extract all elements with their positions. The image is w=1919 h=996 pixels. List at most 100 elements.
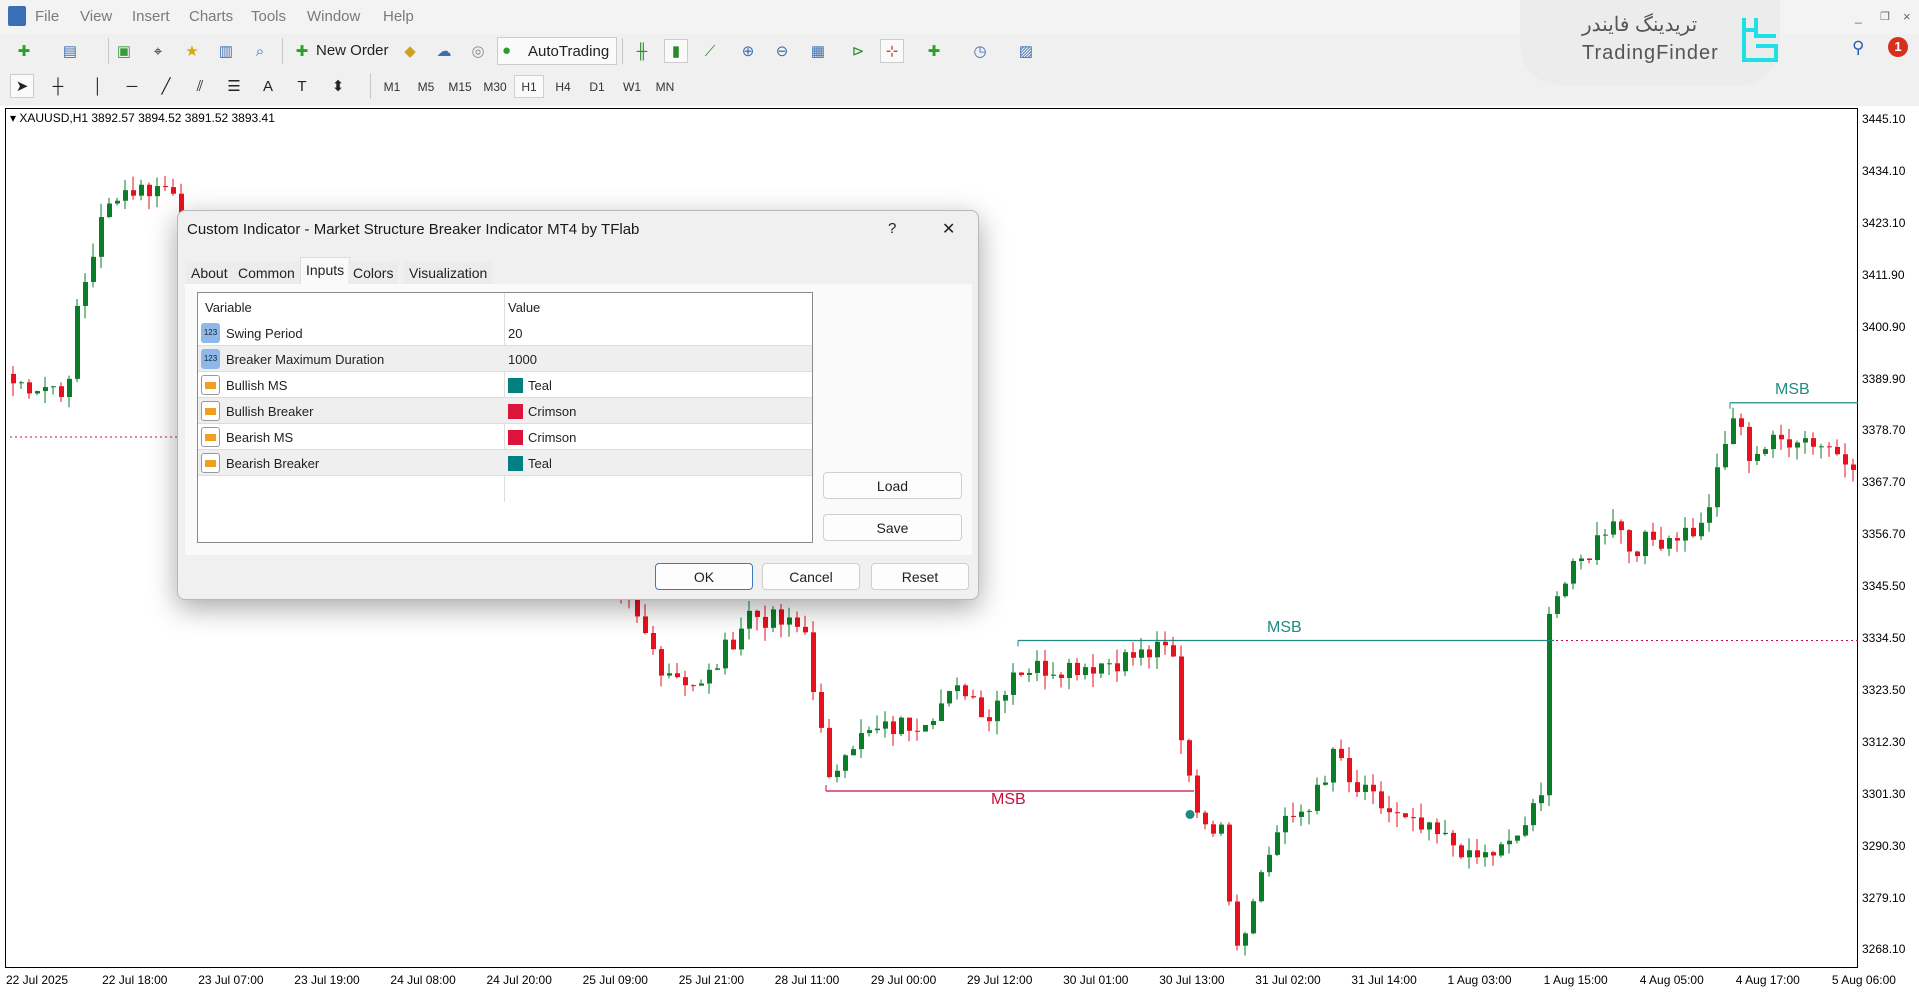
price-tick-label: 3301.30 — [1862, 787, 1905, 801]
ok-button[interactable]: OK — [655, 563, 753, 590]
table-row[interactable]: Bullish BreakerCrimson — [198, 398, 812, 424]
timeframe-m15[interactable]: M15 — [445, 75, 475, 98]
table-row[interactable]: Bearish MS Crimson — [198, 424, 812, 450]
new-order-button[interactable]: New Order — [316, 42, 389, 59]
variable-value[interactable]: 1000 — [508, 352, 537, 367]
timeframe-m30[interactable]: M30 — [480, 75, 510, 98]
vertical-line-icon[interactable]: │ — [86, 74, 110, 98]
periods-icon[interactable]: ◷ — [968, 39, 992, 63]
equidistant-channel-icon[interactable]: ⫽ — [188, 74, 212, 98]
indicators-icon[interactable]: ✚ — [922, 39, 946, 63]
autotrading-button[interactable]: ● AutoTrading — [497, 37, 617, 65]
timeframe-h4[interactable]: H4 — [548, 75, 578, 98]
candle-body — [1667, 538, 1672, 549]
cursor-icon[interactable]: ➤ — [10, 74, 34, 98]
fibonacci-icon[interactable]: ☰ — [222, 74, 246, 98]
table-row[interactable]: Bullish MS Teal — [198, 372, 812, 398]
integer-param-icon: 123 — [201, 349, 220, 369]
templates-icon[interactable]: ▨ — [1014, 39, 1038, 63]
bar-chart-icon[interactable]: ╫ — [630, 39, 654, 63]
candle-body — [1811, 438, 1816, 447]
zoom-in-icon[interactable]: ⊕ — [736, 39, 760, 63]
autoscroll-icon[interactable]: ⊹ — [880, 39, 904, 63]
crosshair-icon[interactable]: ⌖ — [146, 39, 170, 63]
candle-body — [1851, 464, 1856, 469]
dialog-close-button[interactable]: ✕ — [942, 219, 955, 239]
arrows-icon[interactable]: ⬍ — [326, 74, 350, 98]
menu-view[interactable]: View — [80, 8, 112, 25]
text-label-icon[interactable]: T — [290, 74, 314, 98]
vps-icon[interactable]: ◎ — [466, 39, 490, 63]
minimize-button[interactable]: _ — [1855, 10, 1862, 24]
menu-charts[interactable]: Charts — [189, 8, 233, 25]
terminal-icon[interactable]: ▥ — [214, 39, 238, 63]
candlestick-chart-icon[interactable]: ▮ — [664, 39, 688, 63]
table-row[interactable]: 123Breaker Maximum Duration1000 — [198, 346, 812, 372]
variable-value[interactable]: Crimson — [528, 404, 576, 419]
profiles-icon[interactable]: ▤ — [58, 39, 82, 63]
zoom-out-icon[interactable]: ⊖ — [770, 39, 794, 63]
variable-value[interactable]: 20 — [508, 326, 522, 341]
reset-button[interactable]: Reset — [871, 563, 969, 590]
notifications-badge[interactable]: 1 — [1888, 37, 1908, 57]
menu-file[interactable]: File — [35, 8, 59, 25]
menu-window[interactable]: Window — [307, 8, 360, 25]
variable-value[interactable]: Teal — [528, 378, 552, 393]
horizontal-line-icon[interactable]: ─ — [120, 74, 144, 98]
candle-body — [771, 609, 776, 627]
timeframe-h1[interactable]: H1 — [514, 75, 544, 98]
chart-shift-icon[interactable]: ⊳ — [846, 39, 870, 63]
time-tick-label: 31 Jul 02:00 — [1255, 973, 1320, 987]
crosshair-tool-icon[interactable]: ┼ — [46, 74, 70, 98]
tile-windows-icon[interactable]: ▦ — [806, 39, 830, 63]
restore-button[interactable]: ❐ — [1880, 10, 1890, 23]
tab-inputs[interactable]: Inputs — [300, 257, 350, 285]
new-order-icon[interactable]: ✚ — [290, 39, 314, 63]
line-chart-icon[interactable]: ⟋ — [698, 39, 722, 63]
save-button[interactable]: Save — [823, 514, 962, 541]
candle-body — [1635, 552, 1640, 557]
candle-body — [643, 616, 648, 633]
candle-body — [1459, 845, 1464, 857]
candle-body — [1427, 822, 1432, 829]
table-row[interactable]: 123Swing Period20 — [198, 320, 812, 346]
help-button[interactable]: ? — [888, 220, 896, 237]
signals-icon[interactable]: ☁ — [432, 39, 456, 63]
candle-body — [747, 611, 752, 629]
tab-colors[interactable]: Colors — [348, 261, 398, 285]
trendline-icon[interactable]: ╱ — [154, 74, 178, 98]
timeframe-w1[interactable]: W1 — [617, 75, 647, 98]
timeframe-mn[interactable]: MN — [650, 75, 680, 98]
search-icon[interactable]: ⚲ — [1852, 38, 1864, 58]
metaeditor-icon[interactable]: ◆ — [398, 39, 422, 63]
candle-body — [1499, 844, 1504, 855]
candle-body — [787, 618, 792, 625]
candle-body — [1739, 418, 1744, 427]
timeframe-d1[interactable]: D1 — [582, 75, 612, 98]
market-watch-icon[interactable]: ▣ — [112, 39, 136, 63]
table-row[interactable]: Bearish BreakerTeal — [198, 450, 812, 476]
menu-tools[interactable]: Tools — [251, 8, 286, 25]
menu-insert[interactable]: Insert — [132, 8, 170, 25]
candle-body — [1835, 447, 1840, 454]
load-button[interactable]: Load — [823, 472, 962, 499]
new-chart-icon[interactable]: ✚ — [12, 39, 36, 63]
menu-help[interactable]: Help — [383, 8, 414, 25]
window-close-button[interactable]: × — [1903, 9, 1911, 24]
cancel-button[interactable]: Cancel — [762, 563, 860, 590]
candle-body — [1059, 675, 1064, 678]
tester-icon[interactable]: ⌕ — [248, 39, 272, 63]
timeframe-m5[interactable]: M5 — [411, 75, 441, 98]
navigator-icon[interactable]: ★ — [180, 39, 204, 63]
tab-about[interactable]: About — [186, 261, 233, 285]
tab-visualization[interactable]: Visualization — [404, 261, 492, 285]
timeframe-m1[interactable]: M1 — [377, 75, 407, 98]
variable-name: Bearish MS — [226, 430, 293, 445]
variable-value[interactable]: Crimson — [528, 430, 576, 445]
time-tick-label: 25 Jul 09:00 — [583, 973, 648, 987]
variable-value[interactable]: Teal — [528, 456, 552, 471]
candle-body — [731, 640, 736, 650]
text-icon[interactable]: A — [256, 74, 280, 98]
variable-name: Bullish MS — [226, 378, 287, 393]
tab-common[interactable]: Common — [233, 261, 300, 285]
